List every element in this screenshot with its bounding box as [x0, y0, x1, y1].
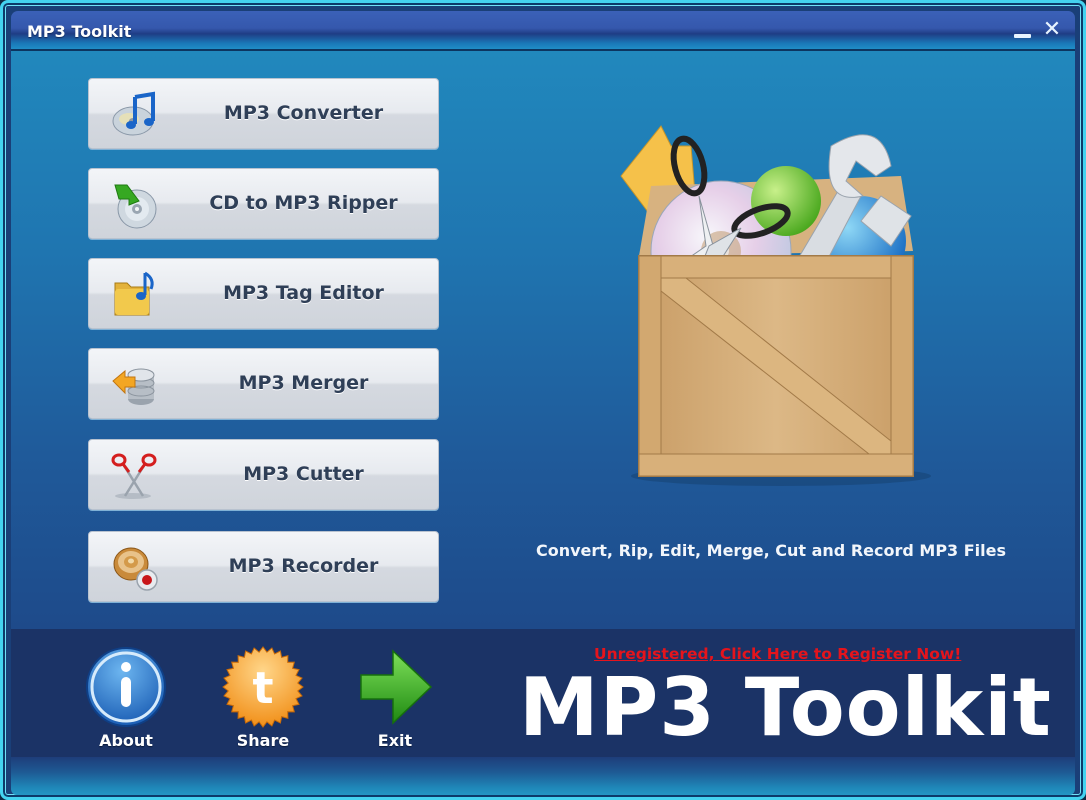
mp3-cutter-button[interactable]: MP3 Cutter — [88, 439, 439, 510]
feature-label: MP3 Recorder — [228, 555, 379, 577]
share-badge-icon: t — [222, 646, 304, 728]
cd-to-mp3-ripper-button[interactable]: CD to MP3 Ripper — [88, 168, 439, 239]
share-button[interactable]: t Share — [213, 645, 313, 750]
exit-button[interactable]: Exit — [345, 645, 445, 750]
bottom-frame-strip — [11, 757, 1075, 795]
minimize-icon — [1014, 34, 1031, 38]
mp3-converter-button[interactable]: MP3 Converter — [88, 78, 439, 149]
scissors-icon — [111, 453, 157, 499]
feature-label: MP3 Tag Editor — [223, 282, 384, 304]
mp3-tag-editor-button[interactable]: MP3 Tag Editor — [88, 258, 439, 329]
speaker-record-icon — [113, 547, 158, 591]
merge-stack-icon — [112, 368, 155, 405]
feature-label: CD to MP3 Ripper — [209, 192, 398, 214]
app-window: MP3 Toolkit ✕ MP3 Converter CD to MP3 Ri… — [0, 0, 1086, 800]
feature-label: MP3 Cutter — [243, 463, 364, 485]
minimize-button[interactable] — [1009, 17, 1035, 43]
close-icon: ✕ — [1042, 17, 1062, 42]
about-label: About — [99, 731, 153, 750]
cd-rip-icon — [114, 184, 157, 229]
window-title: MP3 Toolkit — [27, 22, 132, 41]
svg-text:t: t — [252, 663, 273, 714]
main-content: MP3 Converter CD to MP3 Ripper MP3 Tag E… — [11, 49, 1075, 629]
toolbox-crate-illustration — [620, 125, 931, 486]
exit-label: Exit — [377, 731, 413, 750]
brand-logo-text: MP3 Toolkit — [519, 661, 1052, 754]
share-label: Share — [236, 731, 290, 750]
about-button[interactable]: About — [76, 645, 176, 750]
feature-label: MP3 Merger — [238, 372, 369, 394]
exit-arrow-icon — [360, 649, 433, 725]
footer-panel: About t Share Exit Unregistered, Click H… — [11, 629, 1075, 757]
info-icon — [86, 647, 166, 727]
mp3-recorder-button[interactable]: MP3 Recorder — [88, 531, 439, 602]
music-cd-icon — [112, 91, 155, 136]
music-folder-icon — [114, 271, 154, 316]
mp3-merger-button[interactable]: MP3 Merger — [88, 348, 439, 419]
tagline: Convert, Rip, Edit, Merge, Cut and Recor… — [535, 541, 1007, 560]
feature-label: MP3 Converter — [223, 102, 384, 124]
title-bar[interactable]: MP3 Toolkit ✕ — [11, 11, 1075, 49]
close-button[interactable]: ✕ — [1039, 17, 1065, 43]
